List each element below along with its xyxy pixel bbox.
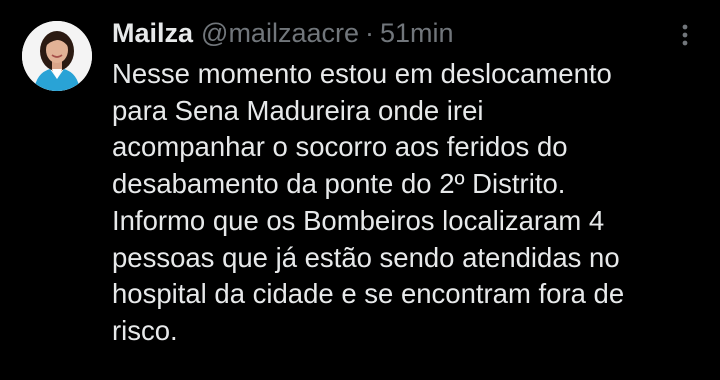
tweet-text-line: Informo que os Bombeiros localizaram 4 (112, 204, 605, 236)
author-handle[interactable]: @mailzaacre (201, 15, 359, 51)
separator-dot: · (364, 18, 374, 48)
profile-photo-icon (22, 21, 92, 91)
tweet-text: Nesse momento estou em deslocamento para… (112, 56, 712, 350)
tweet[interactable]: Mailza @mailzaacre · 51min Nesse momento… (0, 0, 720, 380)
more-options-button[interactable] (672, 20, 698, 50)
tweet-text-line: acompanhar o socorro aos feridos do (112, 131, 568, 163)
tweet-text-line: desabamento da ponte do 2º Distrito. (112, 168, 566, 200)
tweet-text-line: hospital da cidade e se encontram fora d… (112, 278, 625, 310)
more-vertical-icon (682, 24, 688, 46)
tweet-text-line: Nesse momento estou em deslocamento (112, 58, 612, 89)
tweet-text-line: risco. (112, 314, 178, 346)
tweet-text-line: para Sena Madureira onde irei (112, 94, 484, 126)
author-name[interactable]: Mailza (112, 15, 193, 51)
timestamp[interactable]: 51min (380, 15, 454, 51)
avatar[interactable] (22, 21, 92, 91)
tweet-text-line: pessoas que já estão sendo atendidas no (112, 241, 620, 273)
tweet-header: Mailza @mailzaacre · 51min (112, 15, 454, 51)
